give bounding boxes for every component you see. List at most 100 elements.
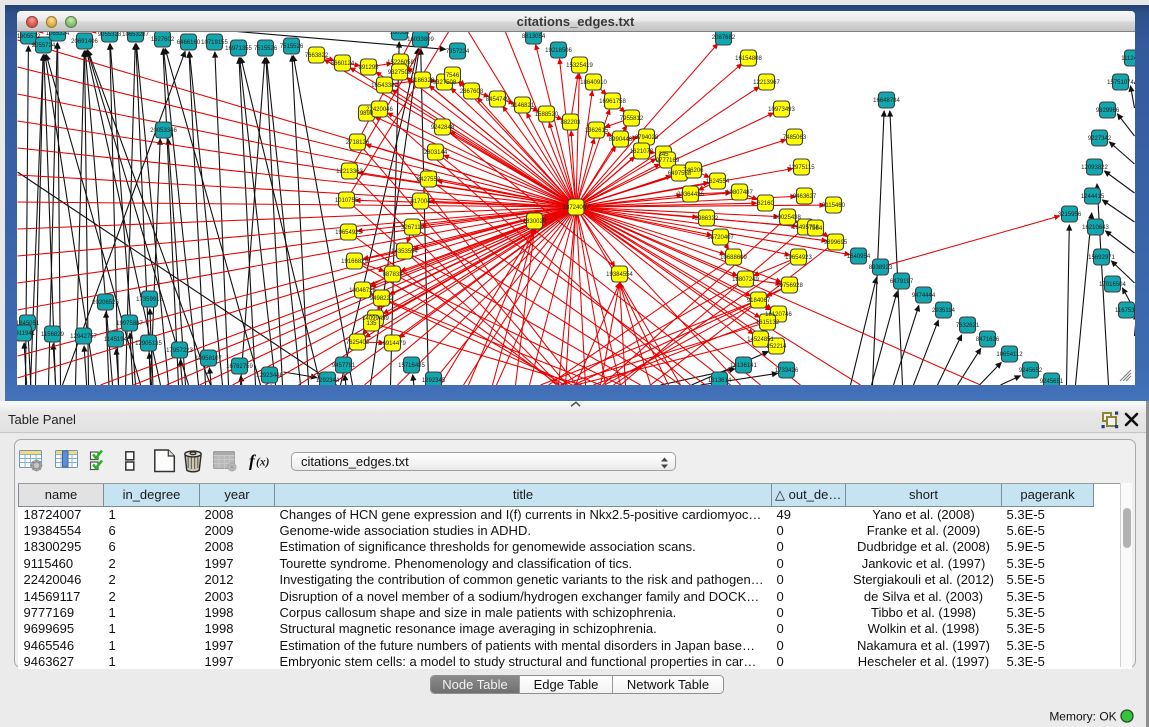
svg-text:1845051: 1845051 — [17, 321, 40, 327]
svg-text:16782759: 16782759 — [226, 364, 253, 370]
svg-text:882203: 882203 — [560, 120, 581, 126]
svg-text:746206: 746206 — [683, 168, 704, 174]
svg-text:7357224: 7357224 — [445, 49, 469, 55]
svg-text:12923446: 12923446 — [256, 373, 283, 379]
svg-text:7485063: 7485063 — [782, 135, 806, 141]
svg-text:16543382: 16543382 — [371, 83, 398, 89]
svg-text:10025438: 10025438 — [774, 215, 801, 221]
svg-text:1905572: 1905572 — [17, 34, 41, 40]
svg-text:2935114: 2935114 — [932, 308, 956, 314]
svg-text:12905135: 12905135 — [135, 341, 162, 347]
svg-text:1156829: 1156829 — [41, 332, 65, 338]
svg-text:1615132: 1615132 — [755, 320, 779, 326]
svg-text:20206526: 20206526 — [92, 300, 119, 306]
svg-text:18724007: 18724007 — [562, 205, 589, 211]
svg-text:1145194: 1145194 — [104, 337, 128, 343]
svg-text:15716485: 15716485 — [398, 363, 425, 369]
svg-text:1588520: 1588520 — [534, 112, 558, 118]
svg-text:1362615: 1362615 — [584, 128, 608, 134]
svg-text:887833: 887833 — [382, 272, 403, 278]
svg-text:19384554: 19384554 — [606, 272, 633, 278]
svg-text:19218506: 19218506 — [545, 48, 572, 54]
svg-text:9777169: 9777169 — [655, 158, 679, 164]
svg-text:1292344: 1292344 — [315, 378, 339, 384]
svg-text:19654923: 19654923 — [785, 255, 812, 261]
svg-text:9329966: 9329966 — [1095, 108, 1119, 114]
svg-text:16971355: 16971355 — [225, 46, 252, 52]
svg-text:8471626: 8471626 — [975, 337, 999, 343]
svg-text:7632621: 7632621 — [955, 323, 979, 329]
svg-text:10688609: 10688609 — [720, 255, 747, 261]
svg-text:1830029: 1830029 — [522, 219, 546, 225]
svg-text:7546: 7546 — [445, 73, 459, 79]
svg-text:1065324: 1065324 — [45, 32, 69, 37]
svg-text:7515526: 7515526 — [253, 46, 277, 52]
svg-text:6479197: 6479197 — [889, 279, 913, 285]
svg-text:252214: 252214 — [766, 344, 787, 350]
svg-text:891295: 891295 — [358, 65, 379, 71]
svg-text:2867608: 2867608 — [459, 89, 483, 95]
svg-text:9115460: 9115460 — [822, 203, 846, 209]
svg-text:7955812: 7955812 — [619, 116, 643, 122]
svg-text:1112447: 1112447 — [1121, 56, 1135, 62]
svg-text:2803144: 2803144 — [423, 150, 447, 156]
svg-text:1624554: 1624554 — [705, 179, 729, 185]
svg-text:17016504: 17016504 — [1099, 282, 1126, 288]
svg-text:16033809: 16033809 — [407, 37, 434, 43]
svg-text:8660124: 8660124 — [330, 61, 354, 67]
svg-text:1292345: 1292345 — [421, 378, 445, 384]
svg-text:7564: 7564 — [808, 226, 822, 232]
svg-text:6466160: 6466160 — [176, 40, 200, 46]
svg-text:16154808: 16154808 — [735, 56, 762, 62]
svg-text:62160: 62160 — [757, 201, 774, 207]
svg-text:8813054: 8813054 — [521, 34, 545, 40]
svg-text:160338: 160338 — [389, 32, 410, 36]
svg-text:15226058: 15226058 — [387, 60, 414, 66]
svg-text:8454749: 8454749 — [485, 97, 509, 103]
svg-text:9463627: 9463627 — [792, 194, 816, 200]
svg-text:10653287: 10653287 — [122, 32, 149, 38]
svg-text:12093822: 12093822 — [1081, 165, 1108, 171]
svg-text:12942757: 12942757 — [70, 334, 97, 340]
svg-text:17957223: 17957223 — [166, 348, 193, 354]
svg-text:1244415: 1244415 — [1080, 194, 1104, 200]
svg-text:9055328: 9055328 — [97, 32, 121, 38]
svg-text:9498222: 9498222 — [369, 296, 393, 302]
svg-text:9457791: 9457791 — [331, 363, 355, 369]
svg-text:1527602: 1527602 — [150, 37, 174, 43]
svg-text:7663822: 7663822 — [304, 53, 328, 59]
svg-text:12975115: 12975115 — [788, 165, 815, 171]
svg-text:9146821: 9146821 — [510, 103, 534, 109]
svg-text:16914479: 16914479 — [379, 341, 406, 347]
svg-text:16120746: 16120746 — [765, 312, 792, 318]
svg-text:9184067: 9184067 — [746, 298, 770, 304]
svg-text:15751074: 15751074 — [1107, 80, 1134, 86]
svg-text:14136141: 14136141 — [730, 363, 757, 369]
svg-text:7625402: 7625402 — [345, 340, 369, 346]
svg-text:9327508: 9327508 — [387, 70, 411, 76]
svg-text:3215956: 3215956 — [1057, 212, 1081, 218]
svg-text:1167535: 1167535 — [1115, 308, 1135, 314]
svg-text:16210643: 16210643 — [1082, 225, 1109, 231]
svg-text:12213363: 12213363 — [336, 169, 363, 175]
svg-text:2055724: 2055724 — [31, 43, 55, 49]
svg-text:16961758: 16961758 — [599, 99, 626, 105]
svg-text:9242848: 9242848 — [430, 125, 454, 131]
svg-text:3911941: 3911941 — [17, 331, 36, 337]
svg-text:20691406: 20691406 — [71, 39, 98, 45]
svg-text:8427552: 8427552 — [416, 177, 440, 183]
svg-text:9245651: 9245651 — [1039, 379, 1063, 385]
svg-text:17359918: 17359918 — [136, 297, 163, 303]
svg-text:10958107: 10958107 — [195, 356, 222, 362]
svg-text:14524851: 14524851 — [747, 337, 774, 343]
svg-text:1010755: 1010755 — [334, 198, 358, 204]
svg-text:8938923: 8938923 — [868, 265, 892, 271]
svg-text:2986322: 2986322 — [694, 216, 718, 222]
svg-text:20053346: 20053346 — [150, 128, 177, 134]
svg-text:15692971: 15692971 — [1088, 255, 1115, 261]
svg-text:16648784: 16648784 — [873, 98, 900, 104]
svg-text:1640954: 1640954 — [846, 254, 870, 260]
svg-text:2718126: 2718126 — [345, 140, 369, 146]
svg-text:1733426: 1733426 — [774, 368, 798, 374]
svg-text:8186328: 8186328 — [410, 78, 434, 84]
